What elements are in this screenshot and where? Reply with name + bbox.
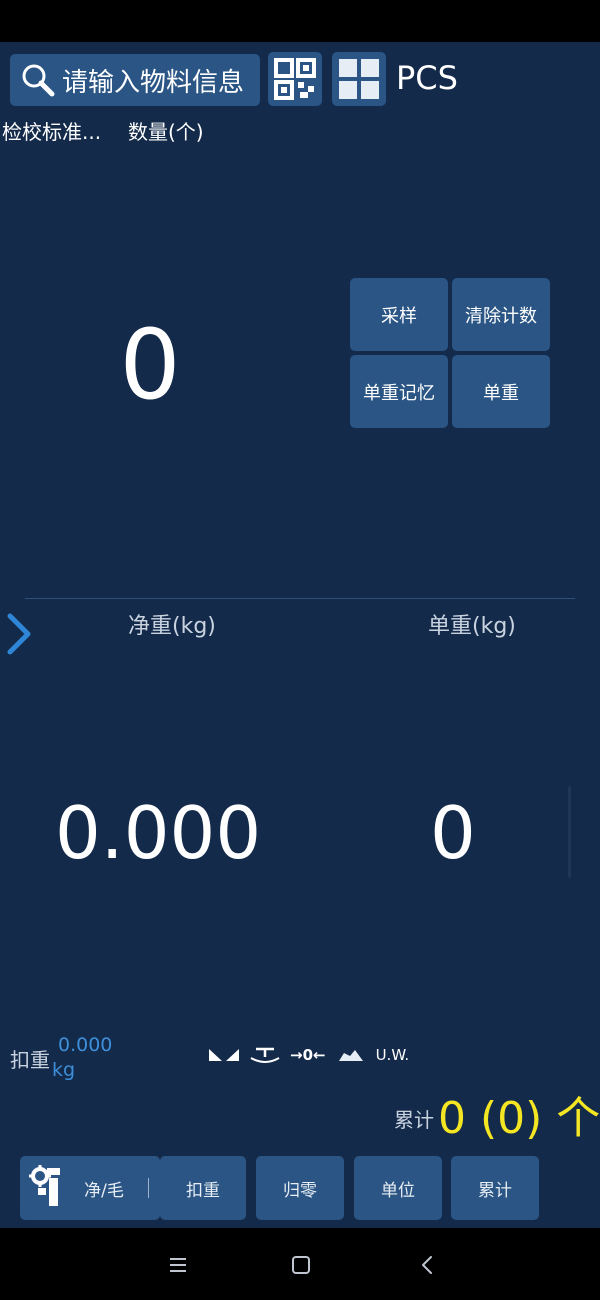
sample-button[interactable]: 采样 — [350, 278, 448, 351]
unit-weight-memory-button[interactable]: 单重记忆 — [350, 355, 448, 428]
tare-indicator-icon — [250, 1046, 280, 1064]
scroll-indicator — [568, 786, 571, 878]
settings-gear-icon — [29, 1165, 60, 1206]
bottom-toolbar: 净/毛 扣重 归零 单位 累计 — [0, 1150, 600, 1228]
top-bar: 请输入物料信息 PCS — [0, 42, 600, 112]
subheader: 检校标准... 数量(个) — [0, 116, 600, 146]
search-icon — [22, 64, 55, 97]
weight-cloud-icon — [336, 1047, 366, 1063]
separator — [148, 1178, 149, 1198]
qr-scan-button[interactable] — [268, 52, 322, 106]
tare-unit: kg — [52, 1059, 76, 1081]
clear-count-button[interactable]: 清除计数 — [452, 278, 550, 351]
accumulate-value: 0 (0) 个 — [438, 1093, 600, 1144]
quantity-label: 数量(个) — [128, 120, 204, 144]
system-nav-bar — [0, 1228, 600, 1300]
accumulate-button[interactable]: 累计 — [451, 1156, 539, 1220]
stable-icon — [208, 1047, 240, 1063]
unit-button[interactable]: 单位 — [354, 1156, 442, 1220]
unit-weight-value: 0 — [430, 791, 476, 875]
zero-button[interactable]: 归零 — [256, 1156, 344, 1220]
unit-weight-button[interactable]: 单重 — [452, 355, 550, 428]
unit-weight-label: 单重(kg) — [428, 614, 516, 639]
net-gross-label: 净/毛 — [84, 1180, 124, 1201]
menu-grid-button[interactable] — [332, 52, 386, 106]
net-weight-value: 0.000 — [55, 791, 262, 875]
accumulate-label: 累计 — [394, 1108, 434, 1132]
chevron-right-icon[interactable] — [4, 612, 34, 656]
recent-apps-icon[interactable] — [163, 1250, 193, 1280]
grid-icon — [339, 59, 379, 99]
zero-indicator: →0← — [290, 1046, 326, 1064]
net-weight-label: 净重(kg) — [128, 614, 216, 639]
home-icon[interactable] — [286, 1250, 316, 1280]
net-gross-button[interactable]: 净/毛 — [20, 1156, 160, 1220]
tare-value: 0.000 — [58, 1034, 113, 1056]
unit-label[interactable]: PCS — [396, 58, 458, 98]
search-material-button[interactable]: 请输入物料信息 — [10, 54, 260, 106]
status-indicators: →0← U.W. — [208, 1044, 419, 1066]
standard-label: 检校标准... — [2, 120, 102, 144]
status-bar — [0, 0, 600, 42]
back-icon[interactable] — [412, 1250, 442, 1280]
unit-weight-indicator: U.W. — [375, 1046, 410, 1064]
divider — [25, 598, 575, 599]
quantity-value: 0 — [119, 309, 181, 421]
tare-label: 扣重 — [10, 1048, 50, 1072]
tare-button[interactable]: 扣重 — [160, 1156, 246, 1220]
search-label: 请输入物料信息 — [62, 67, 245, 98]
qr-code-icon — [274, 58, 316, 100]
function-button-grid: 采样 清除计数 单重记忆 单重 — [350, 278, 550, 428]
